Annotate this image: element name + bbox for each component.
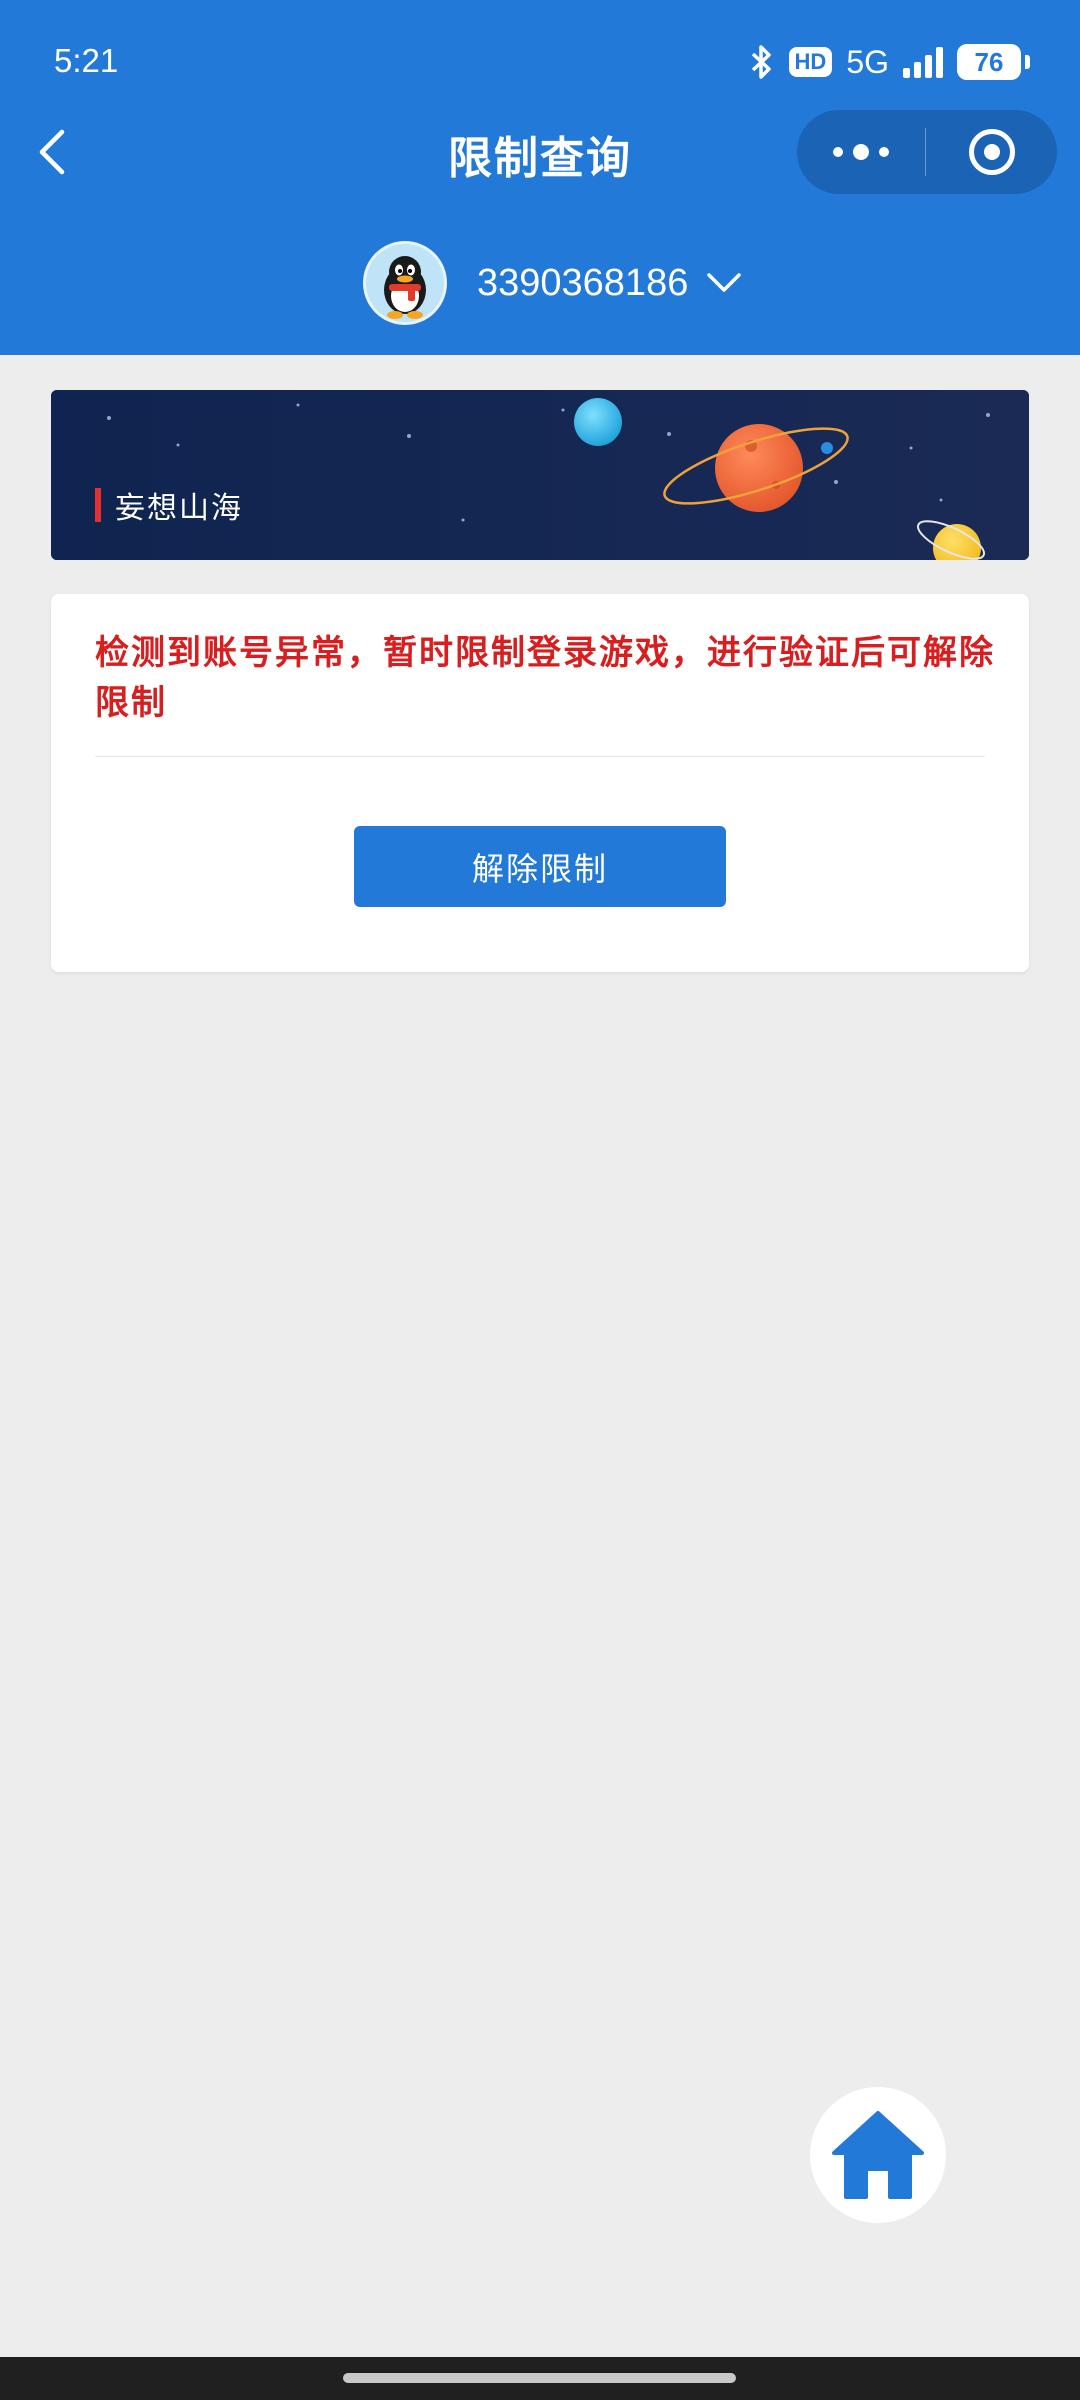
- home-indicator[interactable]: [343, 2373, 736, 2383]
- battery-icon: 76: [957, 44, 1021, 80]
- warning-message: 检测到账号异常，暂时限制登录游戏，进行验证后可解除限制: [95, 633, 995, 723]
- battery-cap: [1025, 55, 1030, 69]
- space-illustration: [51, 390, 1029, 560]
- bluetooth-icon: [751, 45, 771, 79]
- home-button[interactable]: [810, 2087, 946, 2223]
- header: 5:21 HD 5G 76 限制查询 3390368186: [0, 0, 1080, 355]
- more-icon[interactable]: [797, 110, 925, 194]
- signal-icon: [903, 46, 943, 78]
- target-icon[interactable]: [926, 110, 1057, 194]
- card-divider: [95, 756, 985, 757]
- home-icon: [832, 2111, 924, 2199]
- battery-level: 76: [974, 46, 1004, 77]
- remove-restriction-button[interactable]: 解除限制: [354, 826, 726, 907]
- mini-program-capsule: [797, 110, 1057, 194]
- banner-label: 妄想山海: [95, 487, 243, 526]
- account-selector[interactable]: 3390368186: [363, 238, 742, 328]
- game-banner: 妄想山海: [51, 390, 1029, 560]
- network-label: 5G: [846, 43, 889, 80]
- hd-badge: HD: [788, 47, 833, 77]
- qq-penguin-avatar: [363, 241, 447, 325]
- status-time: 5:21: [54, 42, 119, 79]
- status-icons: HD 5G 76: [749, 40, 1030, 84]
- restriction-card: 检测到账号异常，暂时限制登录游戏，进行验证后可解除限制 解除限制: [51, 594, 1029, 972]
- banner-accent-bar: [95, 488, 101, 522]
- account-number: 3390368186: [477, 261, 689, 304]
- chevron-down-icon: [707, 273, 742, 292]
- game-name: 妄想山海: [115, 491, 243, 526]
